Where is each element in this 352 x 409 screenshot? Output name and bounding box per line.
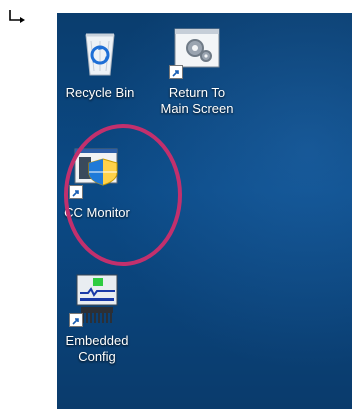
shortcut-arrow-icon	[69, 313, 83, 327]
desktop-icon-cc-monitor[interactable]: CC Monitor	[57, 143, 145, 221]
desktop-icon-label: Return To Main Screen	[160, 85, 234, 116]
desktop-icon-return-to-main-screen[interactable]: Return To Main Screen	[149, 23, 245, 117]
desktop-icon-label: Embedded Config	[65, 333, 129, 364]
pointer-arrow-icon	[9, 10, 25, 23]
desktop-icon-recycle-bin[interactable]: Recycle Bin	[57, 23, 148, 101]
desktop-icon-embedded-config[interactable]: Embedded Config	[57, 271, 145, 365]
cc-monitor-icon	[69, 143, 125, 199]
desktop: Recycle Bin Return To Main Screen CC Mon…	[57, 13, 352, 409]
desktop-icon-label: Recycle Bin	[65, 85, 135, 100]
shortcut-arrow-icon	[169, 65, 183, 79]
embedded-config-icon	[69, 271, 125, 327]
recycle-bin-icon	[72, 23, 128, 79]
desktop-icon-label: CC Monitor	[64, 205, 130, 220]
settings-gears-icon	[169, 23, 225, 79]
shortcut-arrow-icon	[69, 185, 83, 199]
